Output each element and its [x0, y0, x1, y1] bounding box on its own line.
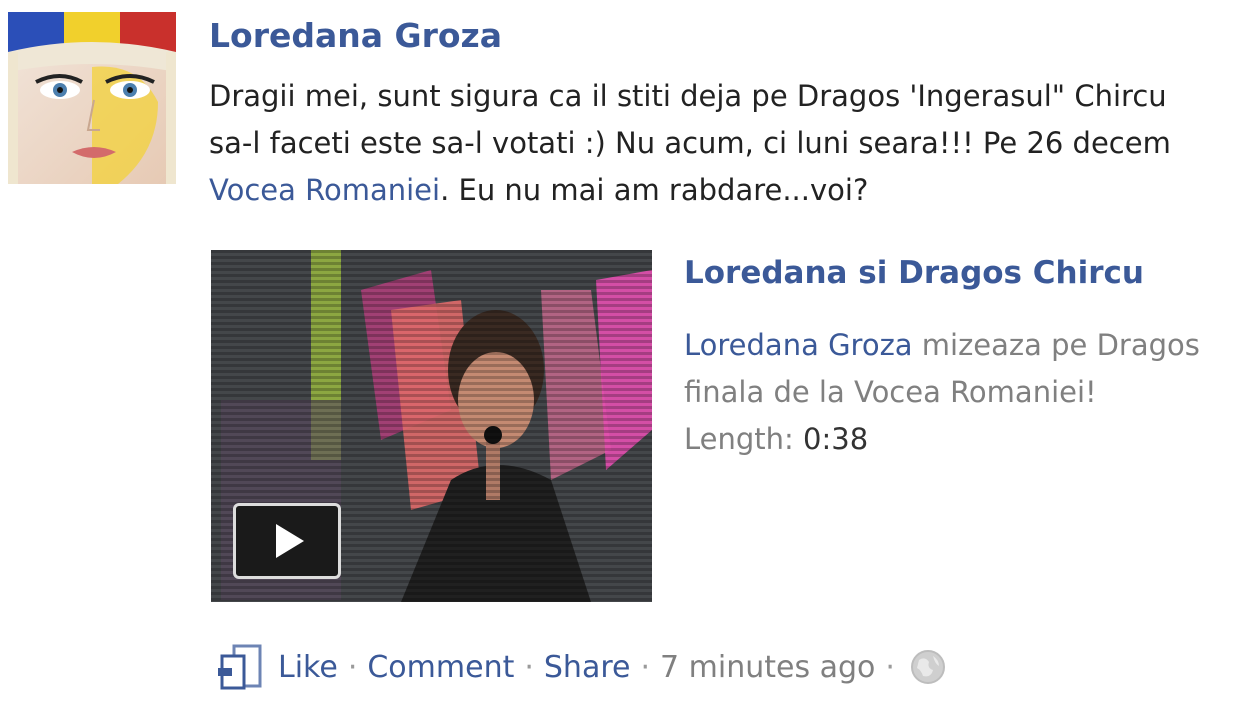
attachment-length: Length: 0:38	[684, 416, 1260, 463]
like-link[interactable]: Like	[278, 650, 338, 685]
avatar-image	[8, 12, 176, 184]
separator: ·	[347, 649, 358, 685]
play-icon	[276, 524, 304, 558]
author-name[interactable]: Loredana Groza	[209, 16, 502, 55]
like-icon	[218, 644, 262, 690]
message-line: Vocea Romaniei. Eu nu mai am rabdare...v…	[209, 167, 1260, 214]
message-line: sa-l faceti este sa-l votati :) Nu acum,…	[209, 126, 1171, 160]
comment-link[interactable]: Comment	[367, 650, 514, 685]
globe-icon[interactable]	[909, 648, 947, 686]
attachment-desc-line: finala de la Vocea Romaniei!	[684, 375, 1097, 409]
message-line: Dragii mei, sunt sigura ca il stiti deja…	[209, 79, 1167, 113]
attachment-description: Loredana Groza mizeaza pe Dragos finala …	[684, 322, 1260, 463]
length-label: Length:	[684, 422, 804, 456]
length-value: 0:38	[803, 422, 869, 456]
share-link[interactable]: Share	[544, 650, 631, 685]
profile-picture[interactable]	[8, 12, 176, 184]
page-link-vocea-romaniei[interactable]: Vocea Romaniei	[209, 173, 440, 207]
video-thumbnail[interactable]	[211, 250, 652, 602]
attachment-title[interactable]: Loredana si Dragos Chircu	[684, 255, 1144, 291]
attachment-author-link[interactable]: Loredana Groza	[684, 328, 913, 362]
post-message: Dragii mei, sunt sigura ca il stiti deja…	[209, 73, 1260, 214]
separator: ·	[524, 649, 534, 685]
attachment-desc-line: Loredana Groza mizeaza pe Dragos	[684, 322, 1260, 369]
feed-story: Loredana Groza Dragii mei, sunt sigura c…	[0, 0, 1260, 709]
timestamp[interactable]: 7 minutes ago	[660, 650, 875, 685]
action-bar: Like · Comment · Share · 7 minutes ago ·	[214, 640, 947, 694]
message-text: . Eu nu mai am rabdare...voi?	[440, 173, 869, 207]
play-button[interactable]	[233, 503, 341, 579]
separator: ·	[640, 649, 651, 685]
separator: ·	[885, 649, 895, 685]
attachment-desc-text: mizeaza pe Dragos	[912, 328, 1200, 362]
